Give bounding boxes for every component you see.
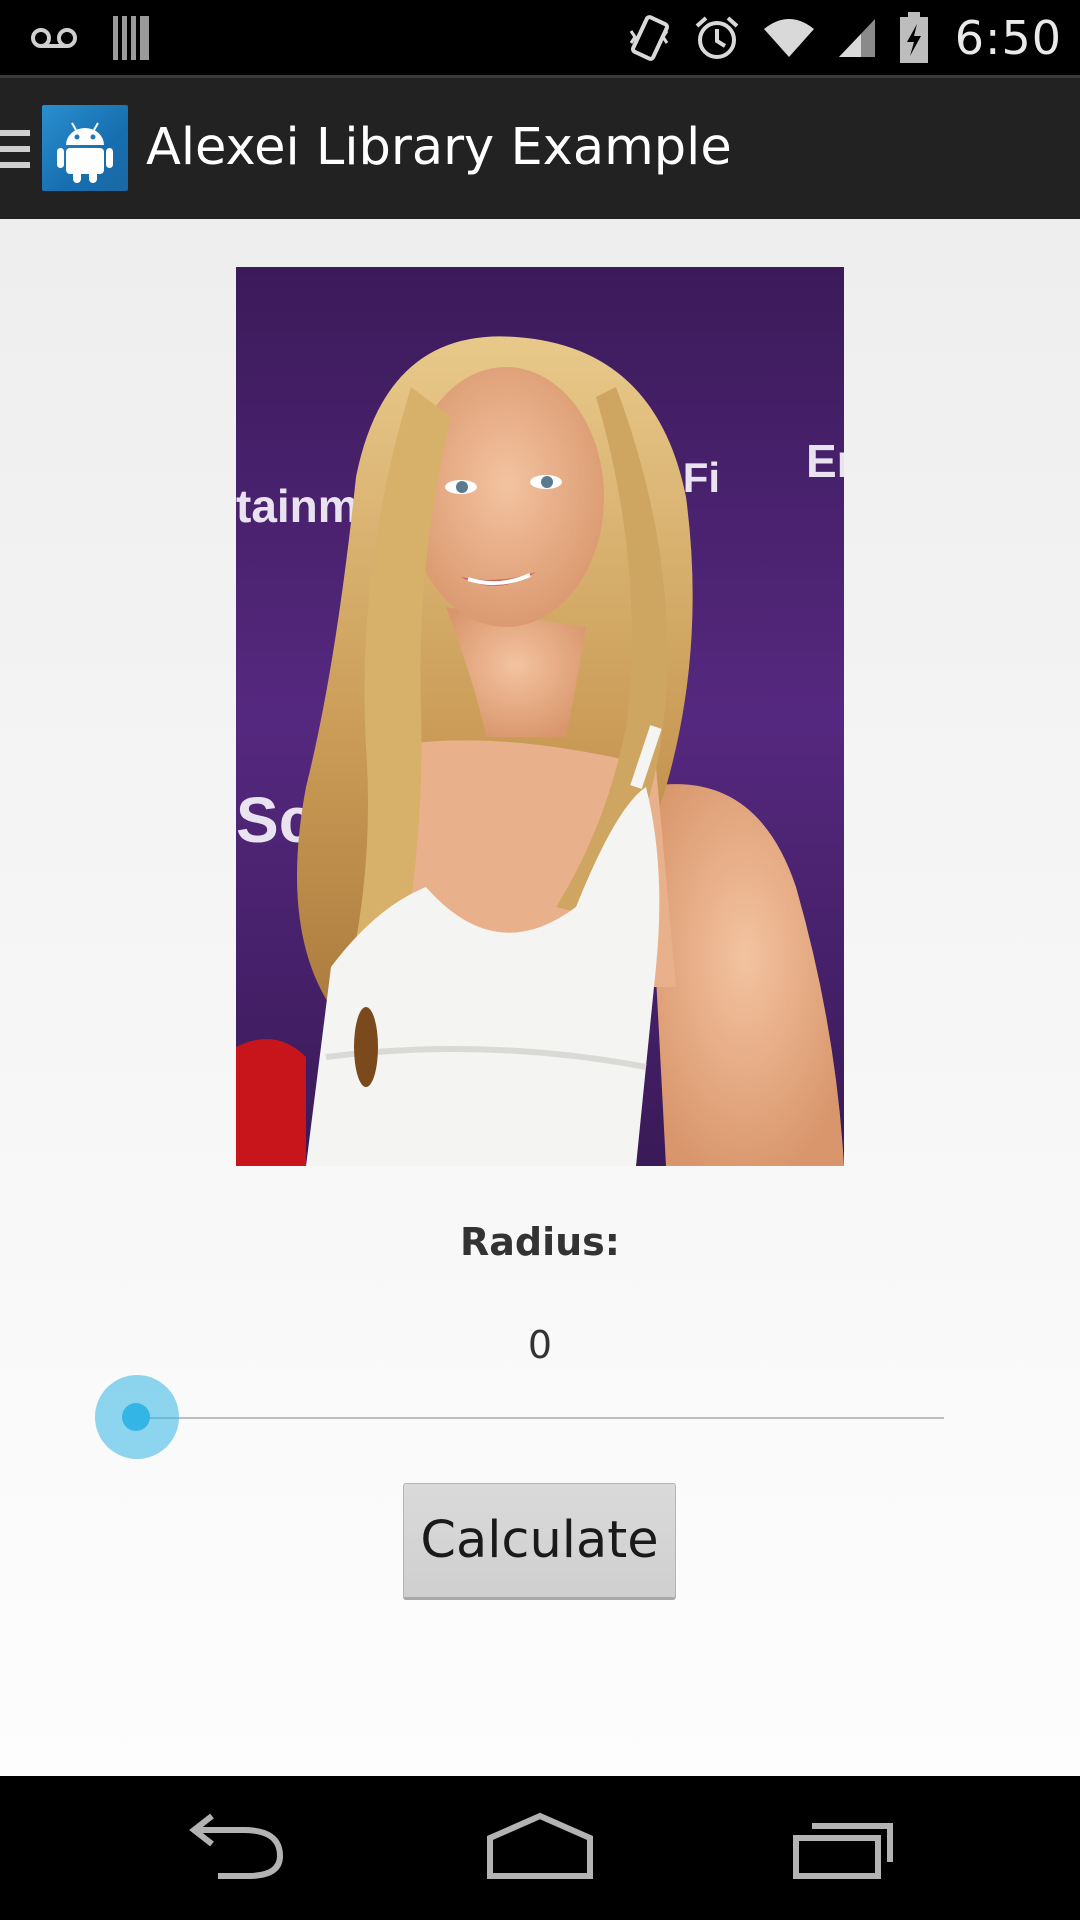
calculate-button[interactable]: Calculate [403,1483,676,1600]
radius-slider[interactable] [90,1375,944,1459]
back-icon[interactable] [184,1812,290,1886]
wifi-icon [763,17,815,59]
recents-icon[interactable] [790,1812,896,1886]
status-bar: 6:50 [0,0,1080,75]
voicemail-icon [30,26,78,50]
alarm-icon [693,14,741,62]
app-title: Alexei Library Example [146,118,732,177]
drawer-icon[interactable] [0,130,30,174]
radius-value: 0 [527,1323,553,1367]
portrait-photo: tainment ci Fi En Sc [236,267,844,1166]
navigation-bar [0,1776,1080,1920]
slider-thumb[interactable] [122,1403,150,1431]
home-icon[interactable] [484,1812,596,1886]
radius-label: Radius: [460,1220,620,1264]
storage-icon [112,15,150,61]
action-bar: Alexei Library Example [0,75,1080,219]
battery-icon [899,11,929,64]
vibrate-icon [627,13,671,63]
android-app-icon[interactable] [42,105,128,191]
status-time: 6:50 [954,10,1062,65]
main-content: tainment ci Fi En Sc [0,219,1080,1776]
slider-track[interactable] [138,1417,944,1419]
svg-text:En: En [806,435,844,487]
signal-icon [837,17,877,59]
